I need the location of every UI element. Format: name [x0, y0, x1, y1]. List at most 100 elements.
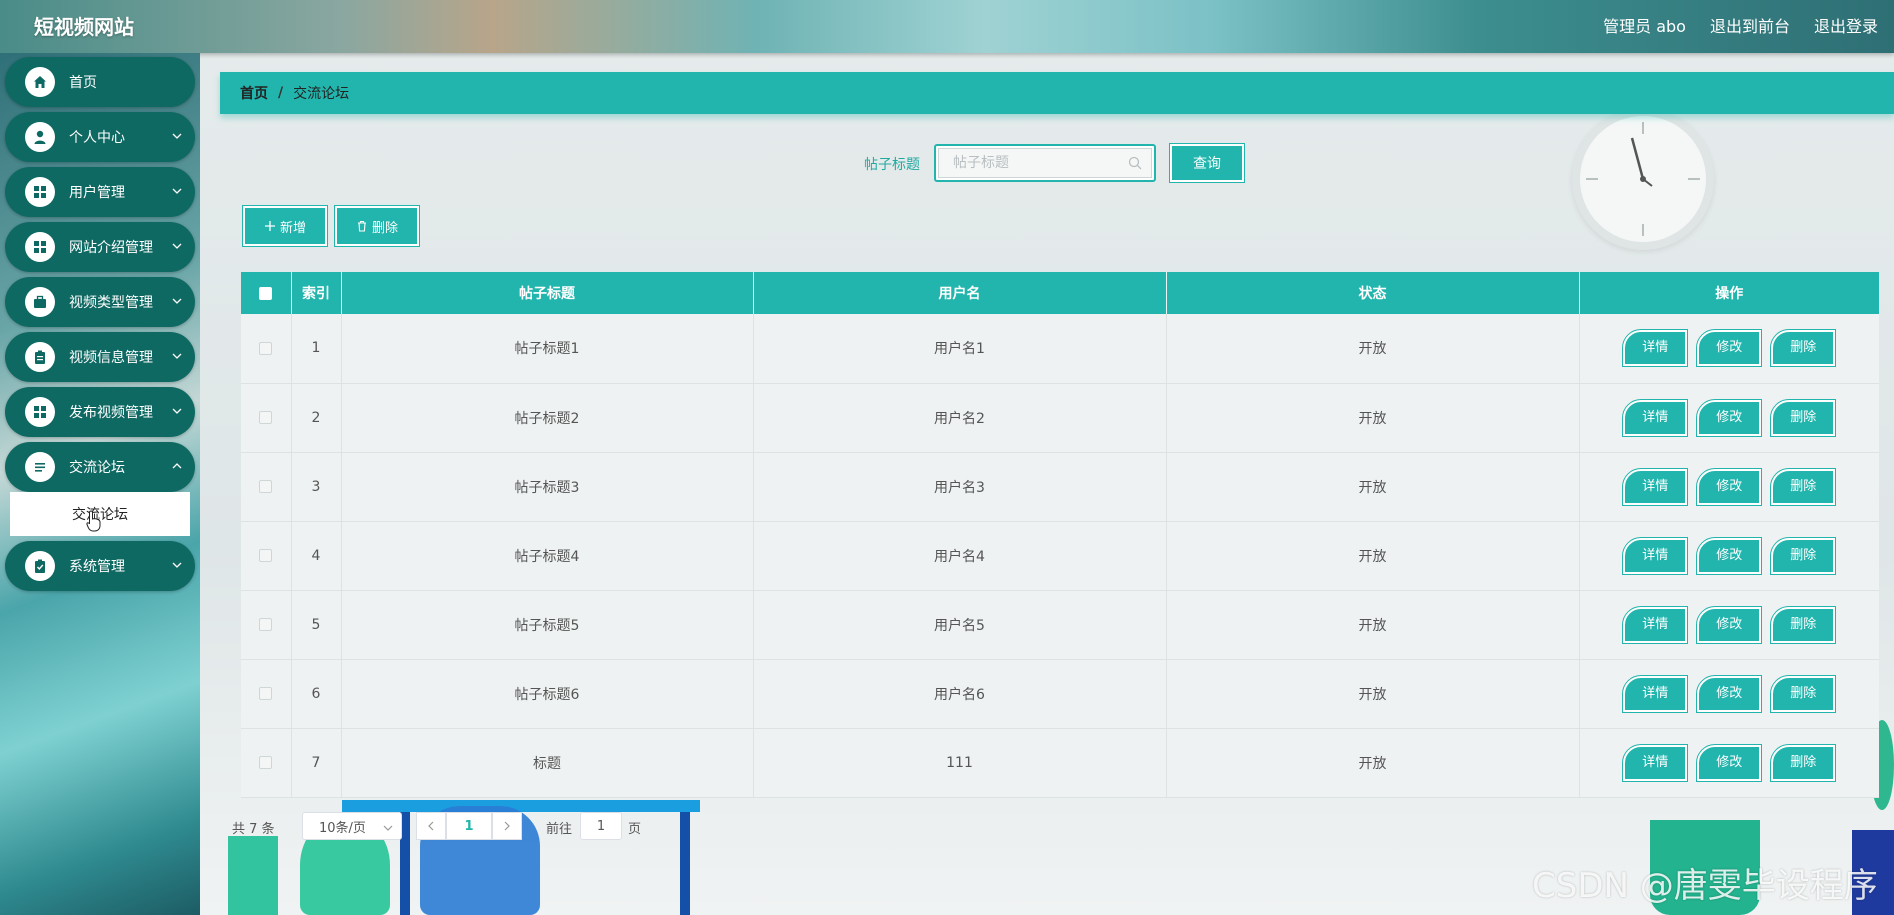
edit-button[interactable]: 修改: [1696, 467, 1763, 506]
cell-actions: 详情 修改 删除: [1579, 452, 1879, 522]
cell-actions: 详情 修改 删除: [1579, 590, 1879, 660]
cell-username: 用户名2: [753, 383, 1167, 453]
row-delete-button[interactable]: 删除: [1770, 605, 1837, 644]
logout-link[interactable]: 退出登录: [1814, 13, 1878, 37]
sidebar-item-site-intro[interactable]: 网站介绍管理: [5, 222, 195, 272]
add-button-label: 新增: [279, 220, 306, 236]
chevron-down-icon: [383, 825, 393, 831]
row-select-cell: [241, 728, 292, 798]
column-header-status: 状态: [1166, 272, 1580, 314]
cell-title: 帖子标题3: [341, 452, 754, 522]
table-row: 7 标题 111 开放 详情 修改 删除: [241, 728, 1879, 798]
chevron-down-icon: [172, 298, 182, 304]
cell-title: 帖子标题6: [341, 659, 754, 729]
goto-label: 前往: [546, 822, 573, 837]
chevron-down-icon: [172, 353, 182, 359]
row-checkbox[interactable]: [259, 756, 273, 769]
detail-button[interactable]: 详情: [1622, 329, 1689, 368]
sidebar-item-publish-video[interactable]: 发布视频管理: [5, 387, 195, 437]
row-select-cell: [241, 314, 292, 384]
grid-icon: [25, 397, 55, 427]
cell-index: 1: [291, 314, 342, 384]
select-all-checkbox[interactable]: [259, 286, 273, 300]
prev-page-button[interactable]: [416, 812, 446, 840]
grid-icon: [25, 232, 55, 262]
row-checkbox[interactable]: [259, 480, 273, 493]
delete-button[interactable]: 删除: [334, 205, 420, 247]
row-checkbox[interactable]: [259, 618, 273, 631]
clipboard-icon: [25, 342, 55, 372]
cell-actions: 详情 修改 删除: [1579, 521, 1879, 591]
detail-button[interactable]: 详情: [1622, 536, 1689, 575]
detail-button[interactable]: 详情: [1622, 467, 1689, 506]
edit-button[interactable]: 修改: [1696, 605, 1763, 644]
row-delete-button[interactable]: 删除: [1770, 536, 1837, 575]
row-delete-button[interactable]: 删除: [1770, 398, 1837, 437]
detail-button[interactable]: 详情: [1622, 398, 1689, 437]
cell-index: 6: [291, 659, 342, 729]
sidebar-item-label: 首页: [69, 75, 97, 91]
edit-button[interactable]: 修改: [1696, 743, 1763, 782]
row-checkbox[interactable]: [259, 341, 273, 355]
search-input[interactable]: [938, 148, 1152, 178]
breadcrumb: 首页 / 交流论坛: [220, 72, 1894, 114]
exit-to-front-link[interactable]: 退出到前台: [1710, 13, 1790, 37]
chevron-right-icon: [504, 821, 510, 831]
sidebar-item-label: 系统管理: [69, 559, 125, 575]
row-select-cell: [241, 590, 292, 660]
page-size-select[interactable]: 10条/页: [302, 812, 402, 840]
table-row: 2 帖子标题2 用户名2 开放 详情 修改 删除: [241, 383, 1879, 453]
edit-button[interactable]: 修改: [1696, 536, 1763, 575]
sidebar-item-video-type[interactable]: 视频类型管理: [5, 277, 195, 327]
chevron-down-icon: [172, 243, 182, 249]
breadcrumb-home[interactable]: 首页: [240, 83, 268, 103]
sidebar-item-home[interactable]: 首页: [5, 57, 195, 107]
add-button[interactable]: 新增: [242, 205, 328, 247]
row-delete-button[interactable]: 删除: [1770, 674, 1837, 713]
forum-table: 索引 帖子标题 用户名 状态 操作 1 帖子标题1 用户名1 开放 详情 修改 删除 2 帖子标…: [241, 272, 1879, 798]
edit-button[interactable]: 修改: [1696, 329, 1763, 368]
search-icon: [1128, 156, 1142, 170]
goto-suffix: 页: [628, 822, 642, 837]
row-checkbox[interactable]: [259, 549, 273, 562]
sidebar-item-forum[interactable]: 交流论坛: [5, 442, 195, 492]
detail-button[interactable]: 详情: [1622, 743, 1689, 782]
breadcrumb-current: 交流论坛: [293, 86, 350, 102]
row-checkbox[interactable]: [259, 411, 273, 424]
briefcase-icon: [25, 287, 55, 317]
cell-username: 用户名5: [753, 590, 1167, 660]
sidebar-item-label: 发布视频管理: [69, 405, 153, 421]
edit-button[interactable]: 修改: [1696, 674, 1763, 713]
cell-index: 5: [291, 590, 342, 660]
pagination-total: 共 7 条: [232, 822, 275, 837]
edit-button[interactable]: 修改: [1696, 398, 1763, 437]
header-links: 管理员 abo 退出到前台 退出登录: [1603, 13, 1878, 37]
column-header-actions: 操作: [1579, 272, 1879, 314]
goto-page-input[interactable]: [580, 812, 622, 840]
admin-user-link[interactable]: 管理员 abo: [1603, 13, 1686, 37]
site-title: 短视频网站: [34, 15, 134, 39]
column-header-index: 索引: [291, 272, 342, 314]
chevron-down-icon: [172, 562, 182, 568]
next-page-button[interactable]: [492, 812, 522, 840]
column-header-title: 帖子标题: [341, 272, 754, 314]
page-number-current[interactable]: 1: [446, 812, 492, 840]
row-select-cell: [241, 659, 292, 729]
sidebar-item-system[interactable]: 系统管理: [5, 541, 195, 591]
row-checkbox[interactable]: [259, 687, 273, 700]
row-delete-button[interactable]: 删除: [1770, 329, 1837, 368]
detail-button[interactable]: 详情: [1622, 605, 1689, 644]
cell-status: 开放: [1166, 659, 1580, 729]
cell-actions: 详情 修改 删除: [1579, 728, 1879, 798]
sidebar-item-video-info[interactable]: 视频信息管理: [5, 332, 195, 382]
query-button[interactable]: 查询: [1169, 143, 1245, 183]
top-header: 短视频网站 管理员 abo 退出到前台 退出登录: [0, 0, 1894, 53]
sidebar-item-label: 网站介绍管理: [69, 240, 153, 256]
row-delete-button[interactable]: 删除: [1770, 467, 1837, 506]
detail-button[interactable]: 详情: [1622, 674, 1689, 713]
cell-actions: 详情 修改 删除: [1579, 314, 1879, 384]
row-delete-button[interactable]: 删除: [1770, 743, 1837, 782]
cell-title: 帖子标题2: [341, 383, 754, 453]
page-size-value: 10条/页: [319, 820, 366, 836]
trash-icon: [357, 220, 366, 232]
